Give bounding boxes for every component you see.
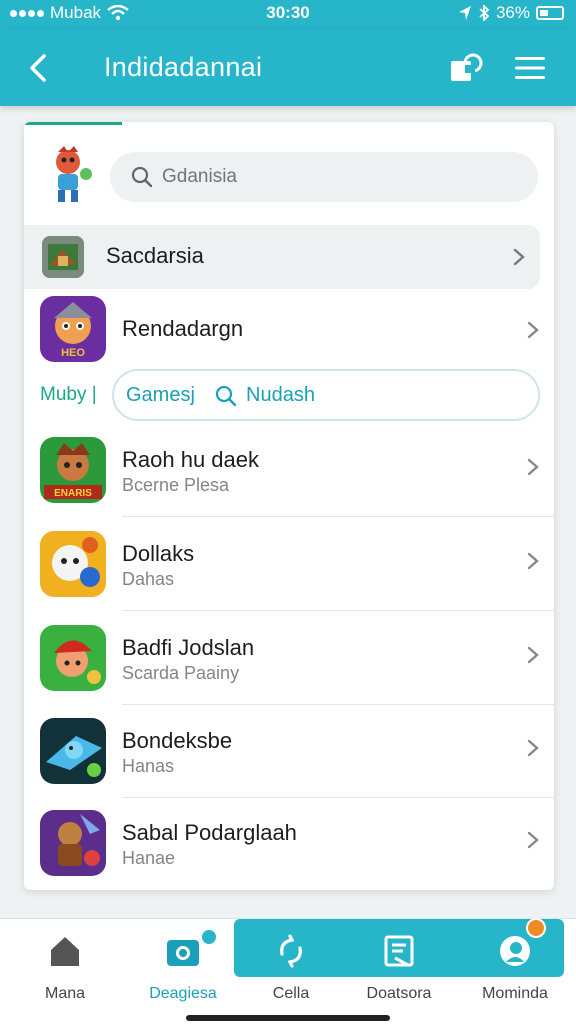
app-icon: HEO xyxy=(40,296,106,362)
nav-item-home[interactable]: Mana xyxy=(10,927,120,1011)
note-button[interactable] xyxy=(446,48,486,88)
app-title: Dollaks xyxy=(122,541,195,566)
app-subtitle: Scarda Paainy xyxy=(122,663,240,683)
app-title: Rendadargn xyxy=(122,316,244,341)
search-icon xyxy=(215,385,237,407)
page-title: Indidadannai xyxy=(104,52,263,82)
refresh-icon xyxy=(273,931,309,971)
chevron-right-icon xyxy=(527,321,539,339)
app-icon xyxy=(40,718,106,784)
document-icon xyxy=(381,931,417,971)
app-icon-lettering: ENARIS xyxy=(54,488,92,499)
hamburger-menu-icon xyxy=(515,57,545,79)
profile-icon xyxy=(497,931,533,971)
nav-item-document[interactable]: Doatsora xyxy=(344,927,454,1011)
status-bar-right: 36% xyxy=(458,3,564,23)
chevron-right-icon xyxy=(527,739,539,757)
camera-icon xyxy=(165,931,201,971)
nav-item-profile[interactable]: Mominda xyxy=(460,918,570,1011)
list-item[interactable]: HEO Rendadargn xyxy=(24,282,554,376)
app-icon-lettering: HEO xyxy=(61,347,85,359)
list-item[interactable]: Badfi Jodslan Scarda Paainy xyxy=(24,611,554,705)
app-subtitle: Bcerne Plesa xyxy=(122,475,230,495)
status-bar: Mubak 30:30 36% xyxy=(0,0,576,30)
chevron-right-icon xyxy=(527,458,539,476)
chevron-right-icon xyxy=(527,646,539,664)
filter-row: Muby | Gamesj Nudash xyxy=(24,366,554,424)
nav-item-camera[interactable]: Deagiesa xyxy=(128,927,238,1011)
app-title: Bondeksbe xyxy=(122,728,233,753)
list-item[interactable]: Sabal Podarglaah Hanae xyxy=(24,796,554,890)
app-icon xyxy=(40,625,106,691)
app-subtitle: Hanas xyxy=(122,756,175,776)
nav-label: Cella xyxy=(272,985,310,1002)
app-bar: Indidadannai xyxy=(0,30,576,106)
search-bar[interactable] xyxy=(110,152,538,202)
nav-item-refresh[interactable]: Cella xyxy=(236,927,346,1011)
nav-label: Mana xyxy=(44,985,86,1002)
search-input[interactable] xyxy=(162,152,522,202)
app-subtitle: Dahas xyxy=(122,569,175,589)
app-icon: ENARIS xyxy=(40,437,106,503)
app-title: Sabal Podarglaah xyxy=(122,820,297,845)
app-icon xyxy=(40,531,106,597)
bluetooth-icon xyxy=(479,5,490,21)
bottom-navigation: Mana Deagiesa Cella Doatsora Mominda xyxy=(0,918,576,1024)
note-icon xyxy=(451,53,483,81)
app-icon xyxy=(40,810,106,876)
tab-indicator xyxy=(24,122,122,125)
search-icon xyxy=(131,166,153,188)
home-indicator[interactable] xyxy=(186,1015,390,1021)
back-button[interactable] xyxy=(20,48,56,88)
list-item[interactable]: ENARIS Raoh hu daek Bcerne Plesa xyxy=(24,423,554,517)
app-title: Raoh hu daek xyxy=(122,447,259,472)
nav-label: Doatsora xyxy=(366,985,432,1002)
filter-label: Muby | xyxy=(40,384,97,405)
app-list-card: Sacdarsia HEO Rendadargn Muby | Gamesj N… xyxy=(24,122,554,890)
menu-button[interactable] xyxy=(510,48,550,88)
filter-query: Nudash xyxy=(246,384,315,406)
chevron-right-icon xyxy=(527,831,539,849)
chevron-left-icon xyxy=(30,54,46,82)
notification-badge xyxy=(199,927,219,947)
battery-icon xyxy=(536,6,564,20)
featured-label: Sacdarsia xyxy=(106,243,204,268)
mascot-icon xyxy=(44,144,96,206)
nav-label: Deagiesa xyxy=(149,985,217,1002)
chevron-right-icon xyxy=(513,248,525,266)
featured-row[interactable]: Sacdarsia xyxy=(24,225,540,289)
location-icon xyxy=(458,6,471,20)
list-item[interactable]: Bondeksbe Hanas xyxy=(24,704,554,798)
app-title: Badfi Jodslan xyxy=(122,635,255,660)
nav-label: Mominda xyxy=(482,985,548,1002)
filter-chip[interactable]: Gamesj xyxy=(126,384,195,407)
home-icon xyxy=(47,931,83,971)
featured-app-icon xyxy=(42,236,84,278)
notification-badge xyxy=(526,918,546,938)
app-subtitle: Hanae xyxy=(122,848,176,868)
battery-percent: 36% xyxy=(495,3,530,22)
filter-search-pill[interactable]: Gamesj Nudash xyxy=(112,369,540,421)
search-row xyxy=(24,138,554,218)
list-item[interactable]: Dollaks Dahas xyxy=(24,517,554,611)
chevron-right-icon xyxy=(527,552,539,570)
